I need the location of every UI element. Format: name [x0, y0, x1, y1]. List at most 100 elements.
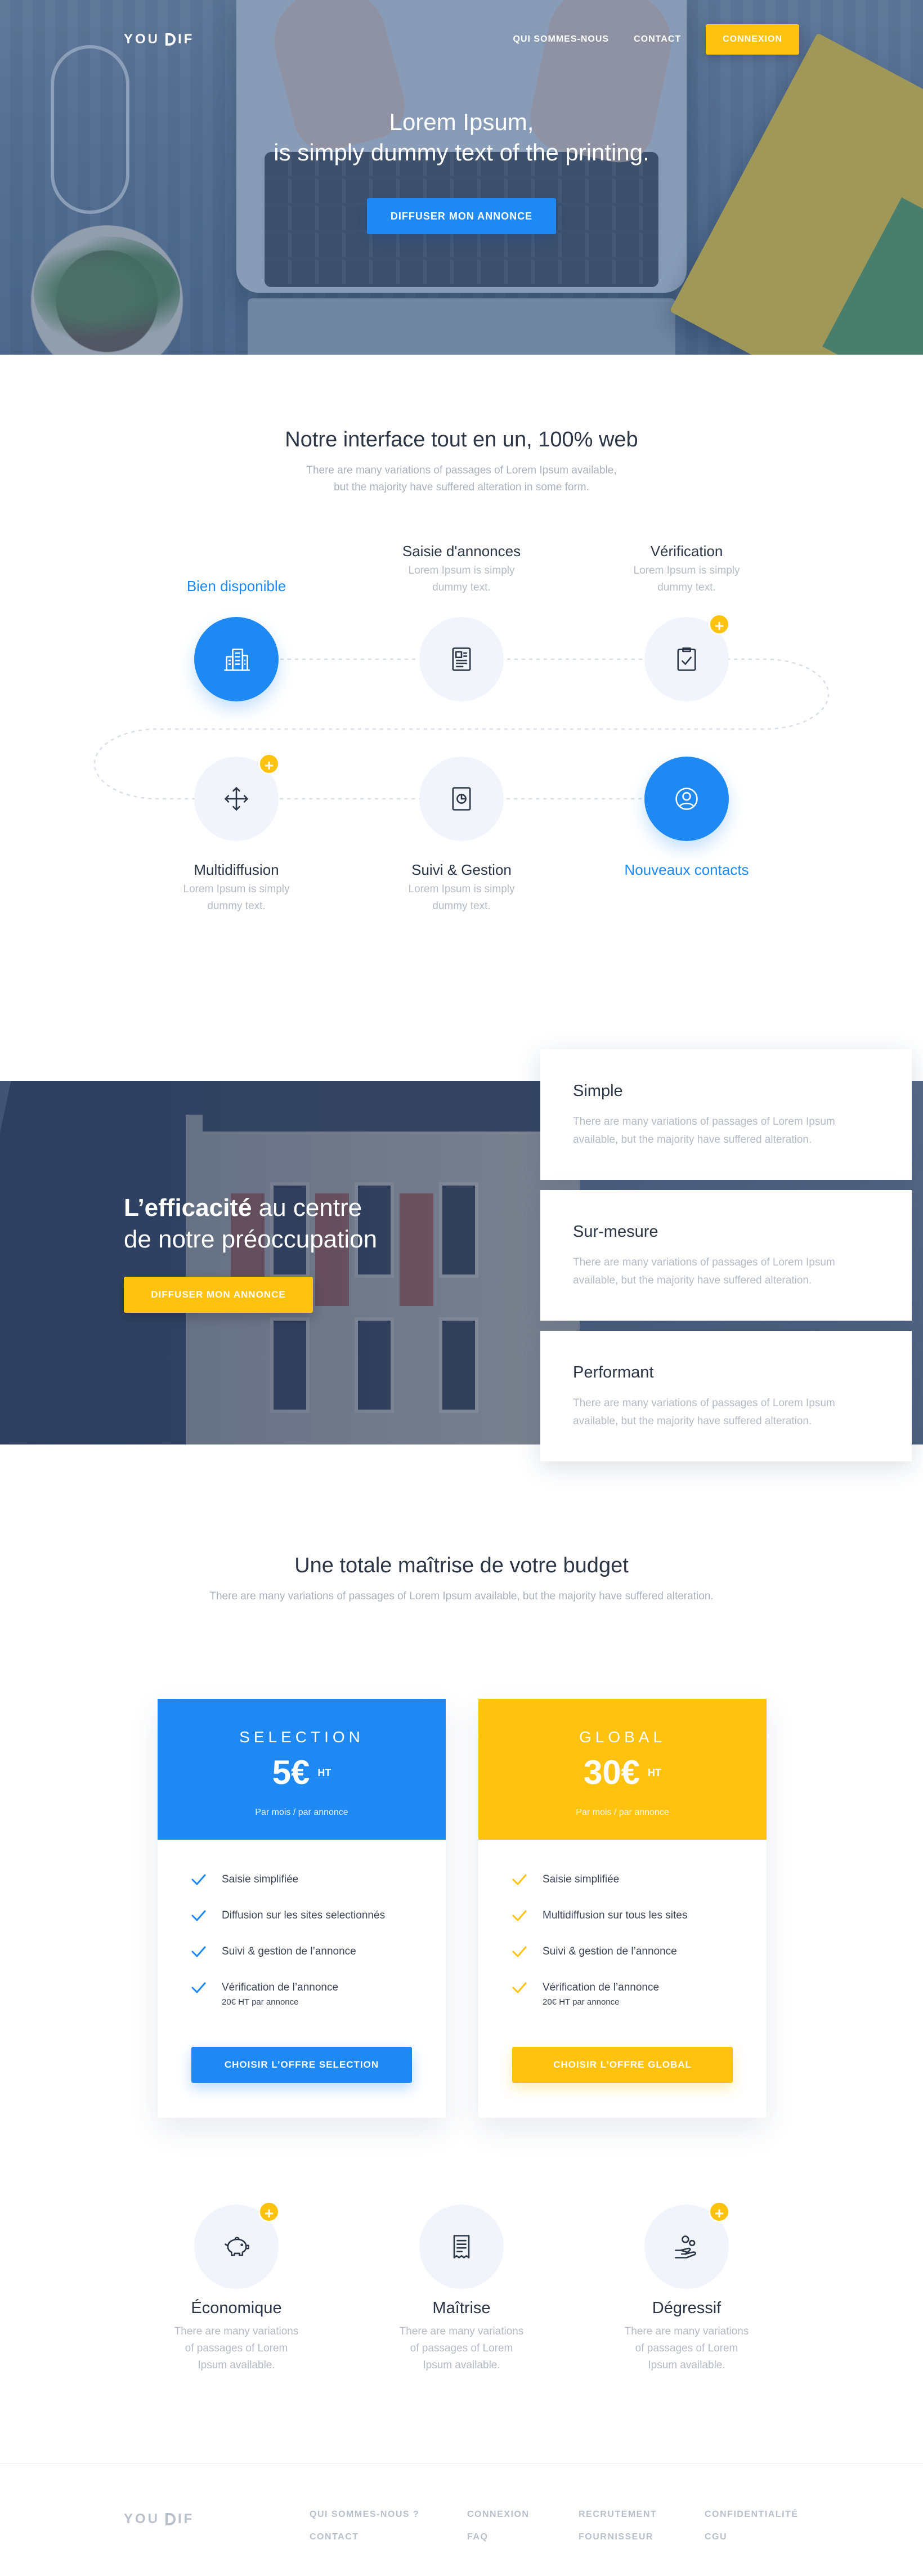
feature-title: Performant — [573, 1363, 654, 1381]
pricing-card-global: GLOBAL 30€ HT Par mois / par annonce Sais… — [478, 1699, 767, 2118]
check-icon — [191, 1946, 206, 1957]
pricing-title: Une totale maîtrise de votre budget — [294, 1554, 629, 1577]
piggy-bank-icon — [225, 2237, 249, 2256]
plan-price: 5€ HT — [272, 1753, 331, 1792]
step-name: Bien disponible — [186, 578, 286, 594]
footer-column-2: CONNEXION FAQ — [467, 2503, 529, 2548]
plan-price-value: 30€ — [583, 1754, 640, 1791]
footer-logo[interactable]: YOU IF — [124, 2511, 194, 2527]
step-circle-bien-disponible[interactable] — [194, 617, 279, 701]
check-icon — [512, 1946, 527, 1957]
footer-link-faq[interactable]: FAQ — [467, 2526, 529, 2548]
feature-desc: There are many variations of passages of… — [573, 1397, 835, 1427]
plan-feature: Saisie simplifiée — [190, 1872, 413, 1908]
step-suivi-gestion: Suivi & Gestion Lorem Ipsum is simply dum… — [360, 861, 563, 915]
plan-feature: Suivi & gestion de l’annonce — [511, 1944, 734, 1980]
footer-link-contact[interactable]: CONTACT — [310, 2526, 419, 2548]
hero-title-line-1: Lorem Ipsum, — [389, 109, 534, 135]
logo-text-dif: IF — [165, 32, 194, 47]
feature-card-performant: Performant There are many variations of … — [540, 1331, 912, 1461]
check-icon — [512, 1910, 527, 1921]
footer-link-confidentialite[interactable]: CONFIDENTIALITÉ — [705, 2503, 799, 2526]
plan-feature: Vérification de l’annonce 20€ HT par anno… — [511, 1980, 734, 2016]
move-arrows-icon — [225, 787, 248, 811]
footer-column-4: CONFIDENTIALITÉ CGU — [705, 2503, 799, 2548]
logo[interactable]: YOU IF — [124, 32, 194, 47]
plan-price-ht: HT — [648, 1767, 662, 1778]
benefit-economique: Économique There are many variations of p… — [152, 2299, 321, 2374]
logo-d-icon — [165, 33, 176, 46]
efficacite-title: L’efficacité au centre de notre préoccup… — [124, 1192, 377, 1255]
hero-section: YOU IF QUI SOMMES-NOUS CONTACT CONNEXION… — [0, 0, 923, 355]
step-name: Suivi & Gestion — [411, 861, 512, 878]
efficacite-section: L’efficacité au centre de notre préoccup… — [0, 1008, 923, 1497]
feature-desc: There are many variations of passages of… — [573, 1256, 835, 1286]
footer-link-connexion[interactable]: CONNEXION — [467, 2503, 529, 2526]
step-circle-saisie[interactable] — [419, 617, 504, 701]
top-navigation: YOU IF QUI SOMMES-NOUS CONTACT CONNEXION — [124, 24, 799, 55]
plan-price-value: 5€ — [272, 1754, 310, 1791]
footer-link-recrutement[interactable]: RECRUTEMENT — [579, 2503, 657, 2526]
feature-desc: There are many variations of passages of… — [573, 1116, 835, 1146]
step-desc: Lorem Ipsum is simply dummy text. — [408, 883, 515, 912]
logo-text-you: YOU — [124, 2511, 160, 2526]
choose-global-button[interactable]: CHOISIR L’OFFRE GLOBAL — [512, 2047, 733, 2083]
connexion-button[interactable]: CONNEXION — [706, 24, 799, 55]
feature-card-sur-mesure: Sur-mesure There are many variations of … — [540, 1190, 912, 1321]
user-circle-icon — [675, 788, 698, 810]
check-icon — [512, 1982, 527, 1993]
step-circle-suivi[interactable] — [419, 757, 504, 841]
logo-d-icon — [165, 2513, 176, 2525]
hand-coins-icon — [675, 2235, 696, 2259]
benefit-desc: There are many variations of passages of … — [624, 2325, 749, 2371]
receipt-icon — [453, 2235, 470, 2259]
footer-column-3: RECRUTEMENT FOURNISSEUR — [579, 2503, 657, 2548]
building-icon — [224, 649, 250, 671]
step-circle-nouveaux-contacts[interactable] — [644, 757, 729, 841]
plan-feature: Diffusion sur les sites selectionnés — [190, 1908, 413, 1944]
pricing-card-header: GLOBAL 30€ HT Par mois / par annonce — [478, 1699, 767, 1840]
plan-feature-list: Saisie simplifiée Multidiffusion sur tou… — [478, 1840, 767, 2016]
logo-text-if: IF — [178, 2511, 195, 2526]
document-icon — [452, 647, 471, 671]
plan-name: GLOBAL — [579, 1728, 666, 1746]
step-bien-disponible: Bien disponible — [135, 578, 338, 595]
check-icon — [191, 1910, 206, 1921]
step-name: Saisie d'annonces — [402, 543, 521, 560]
nav-link-contact[interactable]: CONTACT — [634, 34, 681, 44]
pricing-card-selection: SELECTION 5€ HT Par mois / par annonce Sa… — [158, 1699, 446, 2118]
feature-note: 20€ HT par annonce — [543, 1997, 620, 2007]
plan-feature: Saisie simplifiée — [511, 1872, 734, 1908]
choose-selection-button[interactable]: CHOISIR L’OFFRE SELECTION — [191, 2047, 412, 2083]
check-icon — [191, 1874, 206, 1885]
footer-link-qui-sommes-nous[interactable]: QUI SOMMES-NOUS ? — [310, 2503, 419, 2526]
logo-text-dif: IF — [165, 2511, 194, 2527]
plus-badge-multidiffusion: + — [258, 753, 280, 775]
step-desc: Lorem Ipsum is simply dummy text. — [183, 883, 290, 912]
pricing-card-header: SELECTION 5€ HT Par mois / par annonce — [158, 1699, 446, 1840]
feature-card-simple: Simple There are many variations of pass… — [540, 1049, 912, 1180]
diffuser-annonce-hero-button[interactable]: DIFFUSER MON ANNONCE — [367, 198, 556, 234]
plan-feature: Suivi & gestion de l’annonce — [190, 1944, 413, 1980]
feature-note: 20€ HT par annonce — [222, 1997, 299, 2007]
benefit-desc: There are many variations of passages of … — [174, 2325, 299, 2371]
footer-link-fournisseur[interactable]: FOURNISSEUR — [579, 2526, 657, 2548]
plan-feature: Vérification de l’annonce 20€ HT par anno… — [190, 1980, 413, 2016]
plan-feature: Multidiffusion sur tous les sites — [511, 1908, 734, 1944]
feature-title: Simple — [573, 1082, 623, 1100]
diffuser-annonce-button[interactable]: DIFFUSER MON ANNONCE — [124, 1277, 313, 1313]
footer-link-cgu[interactable]: CGU — [705, 2526, 799, 2548]
nav-link-qui-sommes-nous[interactable]: QUI SOMMES-NOUS — [513, 34, 610, 44]
benefit-name: Maîtrise — [432, 2299, 491, 2317]
step-verification: Vérification Lorem Ipsum is simply dummy … — [585, 543, 788, 596]
chart-document-icon — [452, 787, 471, 811]
efficacite-title-rest: au centre — [252, 1194, 362, 1222]
plan-period: Par mois / par annonce — [255, 1808, 348, 1817]
benefit-name: Dégressif — [652, 2299, 722, 2317]
benefit-degressif: Dégressif There are many variations of pa… — [602, 2299, 771, 2374]
pricing-subtitle: There are many variations of passages of… — [209, 1590, 714, 1602]
check-icon — [512, 1874, 527, 1885]
checklist-icon — [677, 647, 696, 671]
step-desc: Lorem Ipsum is simply dummy text. — [408, 565, 515, 593]
benefit-name: Économique — [191, 2299, 282, 2317]
